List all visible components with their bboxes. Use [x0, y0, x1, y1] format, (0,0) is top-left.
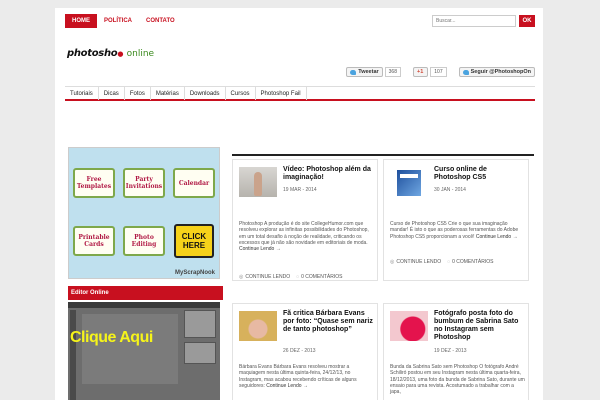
read-more-link[interactable]: CONTINUE LENDO — [245, 274, 290, 280]
ad-brand: MyScrapNook — [174, 270, 215, 276]
post-thumbnail[interactable] — [390, 167, 428, 197]
search-input[interactable] — [432, 15, 516, 27]
logo-dot-icon: ● — [117, 50, 124, 58]
post-meta: ◎ CONTINUE LENDO ◌ 0 COMENTÁRIOS — [390, 259, 494, 265]
category-cursos[interactable]: Cursos — [226, 87, 256, 100]
post-excerpt: Bárbara Evans Bárbara Evans resolveu mos… — [239, 364, 357, 389]
post-title[interactable]: Curso online de Photoshop CS5 — [434, 166, 524, 182]
post-date: 30 JAN - 2014 — [434, 187, 466, 193]
tweet-label: Tweetar — [358, 69, 379, 75]
gplus-button[interactable]: +1 — [413, 67, 429, 77]
post-title[interactable]: Fã critica Bárbara Evans por foto: “Quas… — [283, 310, 373, 334]
ad-click-here-button[interactable]: CLICK HERE — [174, 224, 214, 258]
post-excerpt: Photoshop A produção é do site CollegeHu… — [239, 221, 369, 253]
post-card: Fotógrafo posta foto do bumbum de Sabrin… — [383, 303, 529, 400]
twitter-icon — [350, 69, 357, 75]
follow-label: Seguir @PhotoshopOn — [470, 69, 531, 75]
ad-tile-calendar: Calendar — [173, 168, 215, 198]
page-container: HOME POLÍTICA CONTATO OK photosho● onlin… — [55, 8, 543, 400]
post-card: Vídeo: Photoshop além da imaginação! 19 … — [232, 159, 378, 281]
comments-link[interactable]: 0 COMENTÁRIOS — [301, 274, 342, 280]
ad-tile-free-templates: Free Templates — [73, 168, 115, 198]
post-thumbnail[interactable] — [239, 311, 277, 341]
category-tutoriais[interactable]: Tutoriais — [65, 87, 99, 100]
arrow-icon: ◎ — [239, 274, 244, 280]
arrow-icon: ◎ — [390, 259, 395, 265]
post-thumbnail[interactable] — [390, 311, 428, 341]
post-card: Curso online de Photoshop CS5 30 JAN - 2… — [383, 159, 529, 281]
post-date: 19 MAR - 2014 — [283, 187, 317, 193]
social-buttons: Tweetar 368 +1 107 Seguir @PhotoshopOn — [346, 67, 535, 77]
tweet-button[interactable]: Tweetar — [346, 67, 383, 77]
continue-reading-link[interactable]: Continue Lendo → — [239, 246, 281, 252]
category-bar: Tutoriais Dicas Fotos Matérias Downloads… — [65, 86, 535, 101]
search-button[interactable]: OK — [519, 15, 535, 27]
search-form: OK — [432, 15, 535, 27]
ad-tile-printable-cards: Printable Cards — [73, 226, 115, 256]
post-thumbnail[interactable] — [239, 167, 277, 197]
post-card: Fã critica Bárbara Evans por foto: “Quas… — [232, 303, 378, 400]
comment-icon: ◌ — [447, 259, 451, 265]
category-downloads[interactable]: Downloads — [185, 87, 226, 100]
post-title[interactable]: Fotógrafo posta foto do bumbum de Sabrin… — [434, 310, 524, 342]
logo-text-online: online — [126, 49, 155, 59]
gplus-count: 107 — [430, 67, 447, 77]
category-dicas[interactable]: Dicas — [99, 87, 125, 100]
widget-title: Editor Online — [68, 286, 223, 300]
logo-text-photoshop: photosho — [67, 48, 118, 59]
ad-tile-photo-editing: Photo Editing — [123, 226, 165, 256]
post-meta: ◎ CONTINUE LENDO ◌ 0 COMENTÁRIOS — [239, 274, 343, 280]
editor-online-banner[interactable]: Clique Aqui — [68, 302, 220, 400]
post-excerpt: Curso de Photoshop CS5 Crie o que sua im… — [390, 221, 519, 240]
nav-contato[interactable]: CONTATO — [139, 14, 182, 28]
category-fotos[interactable]: Fotos — [125, 87, 151, 100]
editor-cta-text: Clique Aqui — [70, 329, 153, 346]
comment-icon: ◌ — [296, 274, 300, 280]
twitter-icon — [462, 69, 469, 75]
tweet-count: 368 — [384, 67, 401, 77]
continue-reading-link[interactable]: Continue Lendo → — [266, 383, 308, 389]
category-photoshop-fail[interactable]: Photoshop Fail — [256, 87, 307, 100]
top-navigation: HOME POLÍTICA CONTATO — [65, 14, 182, 28]
read-more-link[interactable]: CONTINUE LENDO — [396, 259, 441, 265]
site-logo[interactable]: photosho● online — [67, 48, 154, 59]
follow-button[interactable]: Seguir @PhotoshopOn — [458, 67, 535, 77]
post-excerpt: Bunda da Sabrina Sato sem Photoshop O fo… — [390, 364, 525, 396]
nav-home[interactable]: HOME — [65, 14, 97, 28]
comments-link[interactable]: 0 COMENTÁRIOS — [452, 259, 493, 265]
post-date: 19 DEZ - 2013 — [434, 348, 467, 354]
section-divider — [232, 154, 534, 156]
category-materias[interactable]: Matérias — [151, 87, 185, 100]
continue-reading-link[interactable]: Continue Lendo → — [476, 234, 518, 240]
post-date: 26 DEZ - 2013 — [283, 348, 316, 354]
ad-banner[interactable]: Free Templates Party Invitations Calenda… — [68, 147, 220, 279]
ad-tile-party-invitations: Party Invitations — [123, 168, 165, 198]
google-plus-icon: +1 — [417, 69, 424, 75]
post-title[interactable]: Vídeo: Photoshop além da imaginação! — [283, 166, 373, 182]
nav-politica[interactable]: POLÍTICA — [97, 14, 139, 28]
